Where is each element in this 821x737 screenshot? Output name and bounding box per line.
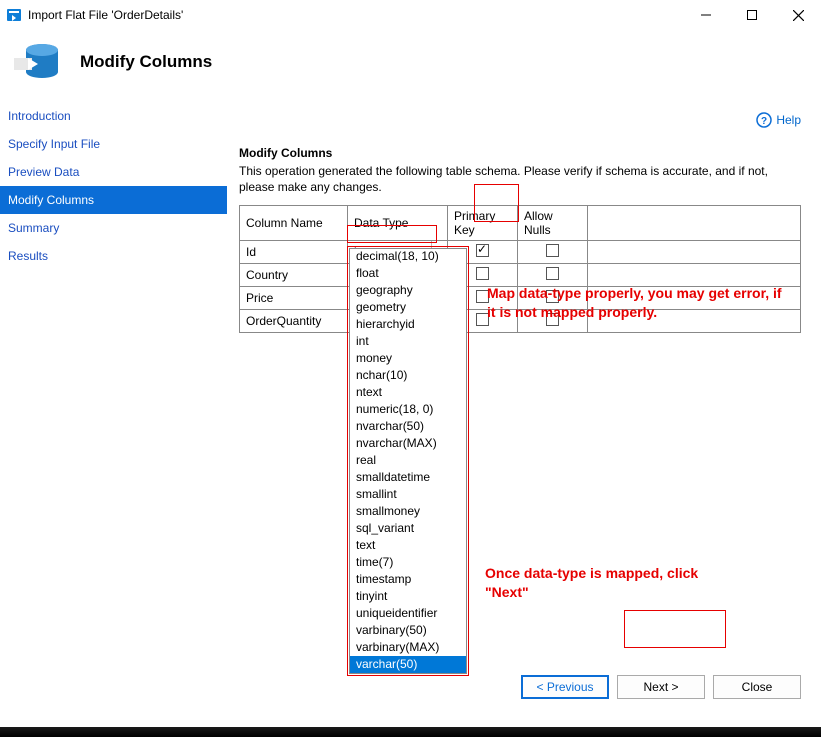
dropdown-option[interactable]: timestamp [350, 571, 466, 588]
dropdown-option[interactable]: smallmoney [350, 503, 466, 520]
col-header-type: Data Type [348, 206, 448, 241]
previous-button[interactable]: < Previous [521, 675, 609, 699]
dropdown-option[interactable]: geometry [350, 299, 466, 316]
next-button[interactable]: Next > [617, 675, 705, 699]
window-controls [683, 0, 821, 30]
dropdown-option[interactable]: real [350, 452, 466, 469]
dropdown-option[interactable]: tinyint [350, 588, 466, 605]
section-description: This operation generated the following t… [239, 164, 801, 195]
table-header-row: Column Name Data Type Primary Key Allow … [240, 206, 801, 241]
datatype-dropdown-list[interactable]: datedatetimedatetime2(7)datetimeoffset(7… [349, 248, 467, 674]
maximize-button[interactable] [729, 0, 775, 30]
main-panel: Modify Columns This operation generated … [227, 102, 821, 735]
dropdown-option[interactable]: float [350, 265, 466, 282]
minimize-button[interactable] [683, 0, 729, 30]
taskbar-edge [0, 727, 821, 737]
sidebar-item-summary[interactable]: Summary [0, 214, 227, 242]
sidebar-item-specify-input[interactable]: Specify Input File [0, 130, 227, 158]
sidebar-item-introduction[interactable]: Introduction [0, 102, 227, 130]
wizard-footer: < Previous Next > Close [521, 675, 801, 699]
sidebar-item-results[interactable]: Results [0, 242, 227, 270]
window-title: Import Flat File 'OrderDetails' [28, 8, 683, 22]
dropdown-option[interactable]: smallint [350, 486, 466, 503]
close-button[interactable] [775, 0, 821, 30]
cell-spacer [588, 241, 801, 264]
section-title: Modify Columns [239, 146, 801, 160]
title-bar: Import Flat File 'OrderDetails' [0, 0, 821, 30]
dropdown-option[interactable]: nvarchar(50) [350, 418, 466, 435]
col-header-pk: Primary Key [448, 206, 518, 241]
dropdown-option[interactable]: decimal(18, 10) [350, 248, 466, 265]
dropdown-option[interactable]: uniqueidentifier [350, 605, 466, 622]
dropdown-option[interactable]: numeric(18, 0) [350, 401, 466, 418]
dropdown-option[interactable]: time(7) [350, 554, 466, 571]
dropdown-option[interactable]: nvarchar(MAX) [350, 435, 466, 452]
cell-allow-nulls[interactable] [518, 241, 588, 264]
checkbox-icon[interactable] [546, 244, 559, 257]
close-wizard-button[interactable]: Close [713, 675, 801, 699]
checkbox-icon[interactable] [546, 267, 559, 280]
checkbox-icon[interactable] [476, 267, 489, 280]
annotation-box-next [624, 610, 726, 648]
wizard-sidebar: Introduction Specify Input File Preview … [0, 102, 227, 735]
col-header-nulls: Allow Nulls [518, 206, 588, 241]
dropdown-option[interactable]: int [350, 333, 466, 350]
sidebar-item-modify-columns[interactable]: Modify Columns [0, 186, 227, 214]
col-header-name: Column Name [240, 206, 348, 241]
cell-column-name[interactable]: Price [240, 287, 348, 310]
col-header-spacer [588, 206, 801, 241]
table-row: Idint [240, 241, 801, 264]
dropdown-option[interactable]: nchar(10) [350, 367, 466, 384]
annotation-text-1: Map data-type properly, you may get erro… [487, 284, 787, 322]
app-icon [6, 7, 22, 23]
dropdown-option[interactable]: smalldatetime [350, 469, 466, 486]
page-title: Modify Columns [80, 52, 212, 72]
dropdown-option[interactable]: ntext [350, 384, 466, 401]
dropdown-option[interactable]: geography [350, 282, 466, 299]
dropdown-option[interactable]: sql_variant [350, 520, 466, 537]
cell-column-name[interactable]: OrderQuantity [240, 310, 348, 333]
dropdown-option[interactable]: varchar(50) [350, 656, 466, 673]
dropdown-option[interactable]: text [350, 537, 466, 554]
annotation-text-2: Once data-type is mapped, click "Next" [485, 564, 715, 602]
dropdown-option[interactable]: varbinary(50) [350, 622, 466, 639]
dropdown-option[interactable]: varbinary(MAX) [350, 639, 466, 656]
checkbox-icon[interactable] [476, 244, 489, 257]
cell-column-name[interactable]: Country [240, 264, 348, 287]
dropdown-option[interactable]: hierarchyid [350, 316, 466, 333]
page-header: Modify Columns [0, 30, 821, 102]
sidebar-item-preview-data[interactable]: Preview Data [0, 158, 227, 186]
cell-column-name[interactable]: Id [240, 241, 348, 264]
database-import-icon [14, 38, 62, 86]
dropdown-option[interactable]: money [350, 350, 466, 367]
